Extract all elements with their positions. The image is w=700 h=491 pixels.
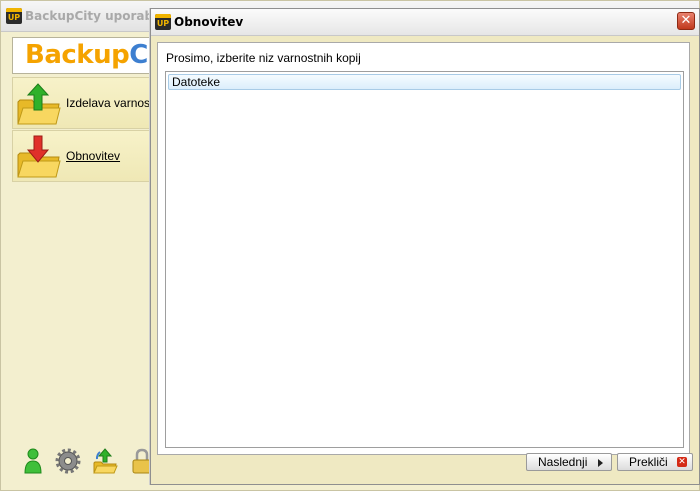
cancel-button-label: Prekliči — [629, 455, 668, 469]
dialog-title: Obnovitev — [174, 15, 244, 29]
close-button[interactable]: ✕ — [677, 12, 695, 30]
folder-upload-icon — [17, 83, 61, 125]
refresh-upload-icon[interactable] — [91, 447, 119, 475]
app-icon-text: UP — [7, 13, 21, 22]
arrow-right-icon — [598, 459, 603, 467]
sidebar-item-label: Obnovitev — [66, 149, 121, 163]
user-icon[interactable] — [21, 447, 49, 475]
dialog-icon-text: UP — [156, 19, 170, 28]
cancel-icon: ✕ — [677, 457, 687, 467]
cancel-button[interactable]: Prekliči ✕ — [617, 453, 693, 471]
list-item-datoteke[interactable]: Datoteke — [168, 74, 681, 90]
app-logo-icon: UP — [155, 14, 171, 30]
logo-text-city: C — [129, 40, 148, 70]
folder-download-icon — [17, 135, 61, 178]
sidebar-item-label: Izdelava varnostn — [66, 96, 161, 110]
dialog-content-panel: Prosimo, izberite niz varnostnih kopij D… — [157, 42, 690, 455]
backup-set-list[interactable]: Datoteke — [165, 71, 684, 448]
dialog-titlebar[interactable]: UP Obnovitev ✕ — [151, 9, 699, 36]
restore-dialog: UP Obnovitev ✕ Prosimo, izberite niz var… — [150, 8, 700, 485]
backup-set-prompt: Prosimo, izberite niz varnostnih kopij — [166, 51, 361, 65]
logo-text-backup: Backup — [25, 40, 130, 70]
app-logo-icon: UP — [6, 8, 22, 24]
close-icon: ✕ — [680, 13, 692, 28]
next-button-label: Naslednji — [538, 455, 588, 469]
gear-icon[interactable] — [55, 447, 83, 475]
next-button[interactable]: Naslednji — [526, 453, 612, 471]
